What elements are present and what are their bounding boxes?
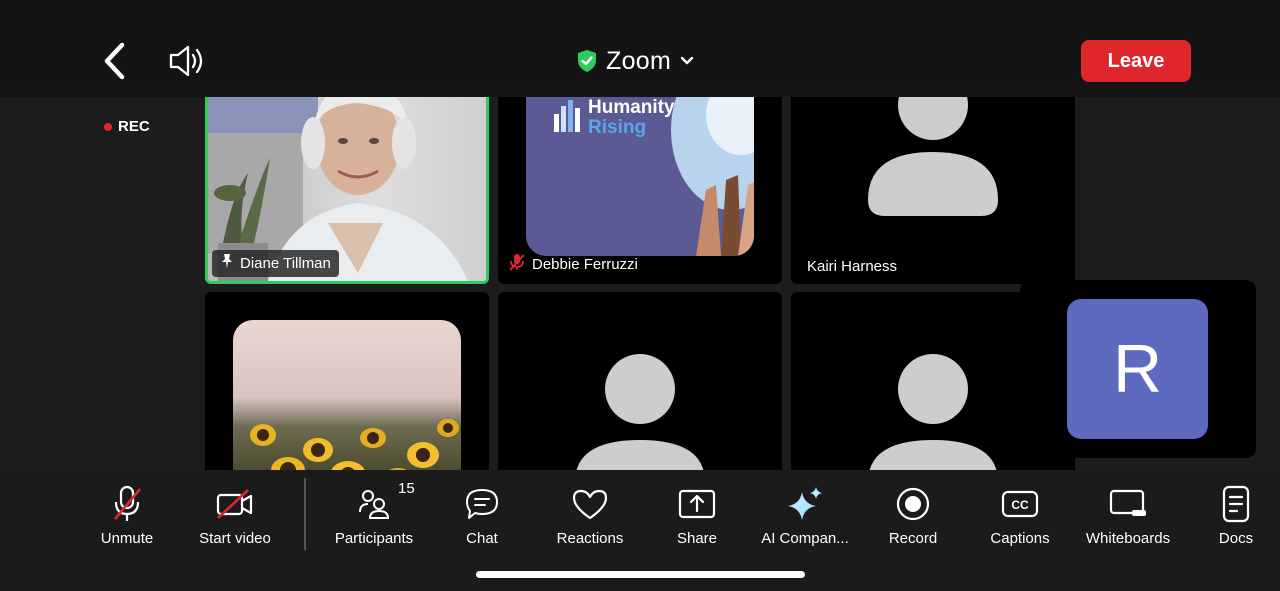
svg-text:CC: CC	[1011, 498, 1029, 512]
avatar-placeholder-icon	[575, 354, 705, 482]
participant-name-tag: Kairi Harness	[807, 258, 897, 275]
profile-picture: Humanity Rising	[526, 70, 754, 256]
whiteboard-icon	[1109, 489, 1146, 516]
toolbar-label: Reactions	[556, 530, 624, 547]
chevron-left-icon	[104, 42, 125, 80]
toolbar-label: Docs	[1218, 530, 1254, 547]
home-indicator[interactable]	[476, 571, 805, 578]
toolbar-label: AI Compan...	[761, 530, 849, 547]
captions-button[interactable]: CC Captions	[986, 484, 1054, 547]
mic-off-icon	[114, 485, 141, 521]
participants-icon	[359, 490, 390, 519]
whiteboards-button[interactable]: Whiteboards	[1080, 484, 1176, 547]
participant-name-tag: Debbie Ferruzzi	[508, 253, 638, 275]
reactions-button[interactable]: Reactions	[552, 484, 628, 547]
share-button[interactable]: Share	[674, 484, 720, 547]
participant-name: Diane Tillman	[240, 254, 331, 272]
humanity-rising-logo	[554, 100, 580, 132]
speaker-icon	[169, 45, 203, 77]
toolbar-label: Chat	[466, 530, 498, 547]
toolbar-divider	[304, 478, 306, 550]
recording-indicator: REC	[104, 118, 150, 135]
participants-count-badge: 15	[398, 480, 415, 497]
logo-text-line-2: Rising	[588, 117, 647, 138]
chat-icon	[466, 489, 498, 519]
video-tile-5[interactable]	[498, 292, 782, 492]
video-tile-debbie[interactable]: Humanity Rising Debbie Ferruzzi	[498, 70, 782, 284]
video-off-icon	[216, 489, 253, 519]
captions-icon: CC	[1001, 490, 1039, 518]
meeting-title: Zoom	[606, 46, 672, 75]
logo-text-line-1: Humanity	[588, 97, 675, 118]
toolbar-label: Unmute	[100, 530, 154, 547]
heart-icon	[572, 489, 608, 520]
toolbar-label: Captions	[990, 530, 1050, 547]
sparkle-icon	[788, 487, 822, 520]
participant-name: Kairi Harness	[807, 258, 898, 275]
pin-icon	[220, 253, 234, 273]
self-avatar: R	[1067, 299, 1208, 439]
video-tile-4[interactable]	[205, 292, 489, 492]
start-video-button[interactable]: Start video	[193, 484, 277, 547]
record-dot-icon	[104, 122, 112, 131]
toolbar-label: Start video	[199, 530, 271, 547]
unmute-button[interactable]: Unmute	[97, 484, 157, 547]
muted-mic-icon	[508, 253, 526, 275]
toolbar-label: Whiteboards	[1085, 530, 1171, 547]
meeting-screen: Diane Tillman Humanity Rising Debbie Fer…	[0, 0, 1280, 591]
docs-icon	[1222, 485, 1250, 523]
record-icon	[896, 487, 930, 521]
share-icon	[678, 489, 716, 519]
top-bar: Zoom Leave	[0, 0, 1280, 97]
video-tile-kairi[interactable]: Kairi Harness	[791, 70, 1075, 284]
audio-output-button[interactable]	[168, 44, 208, 78]
profile-picture	[233, 320, 461, 492]
self-avatar-initial: R	[1112, 331, 1163, 407]
participant-name-tag: Diane Tillman	[212, 250, 339, 277]
docs-button[interactable]: Docs	[1214, 484, 1258, 547]
back-button[interactable]	[100, 42, 130, 80]
meeting-title-dropdown[interactable]: Zoom	[576, 44, 695, 78]
toolbar-label: Share	[676, 530, 718, 547]
video-tile-diane[interactable]: Diane Tillman	[205, 70, 489, 284]
participant-name: Debbie Ferruzzi	[532, 255, 638, 273]
self-view-tile[interactable]: R	[1020, 280, 1256, 458]
chevron-down-icon	[680, 56, 694, 65]
chat-button[interactable]: Chat	[463, 484, 501, 547]
leave-button[interactable]: Leave	[1081, 40, 1191, 82]
ai-companion-button[interactable]: AI Compan...	[757, 484, 853, 547]
avatar-placeholder-icon	[868, 70, 998, 216]
toolbar-label: Participants	[334, 530, 414, 547]
toolbar-label: Record	[888, 530, 938, 547]
recording-label: REC	[118, 118, 150, 135]
shield-check-icon	[578, 50, 596, 72]
record-button[interactable]: Record	[885, 484, 941, 547]
